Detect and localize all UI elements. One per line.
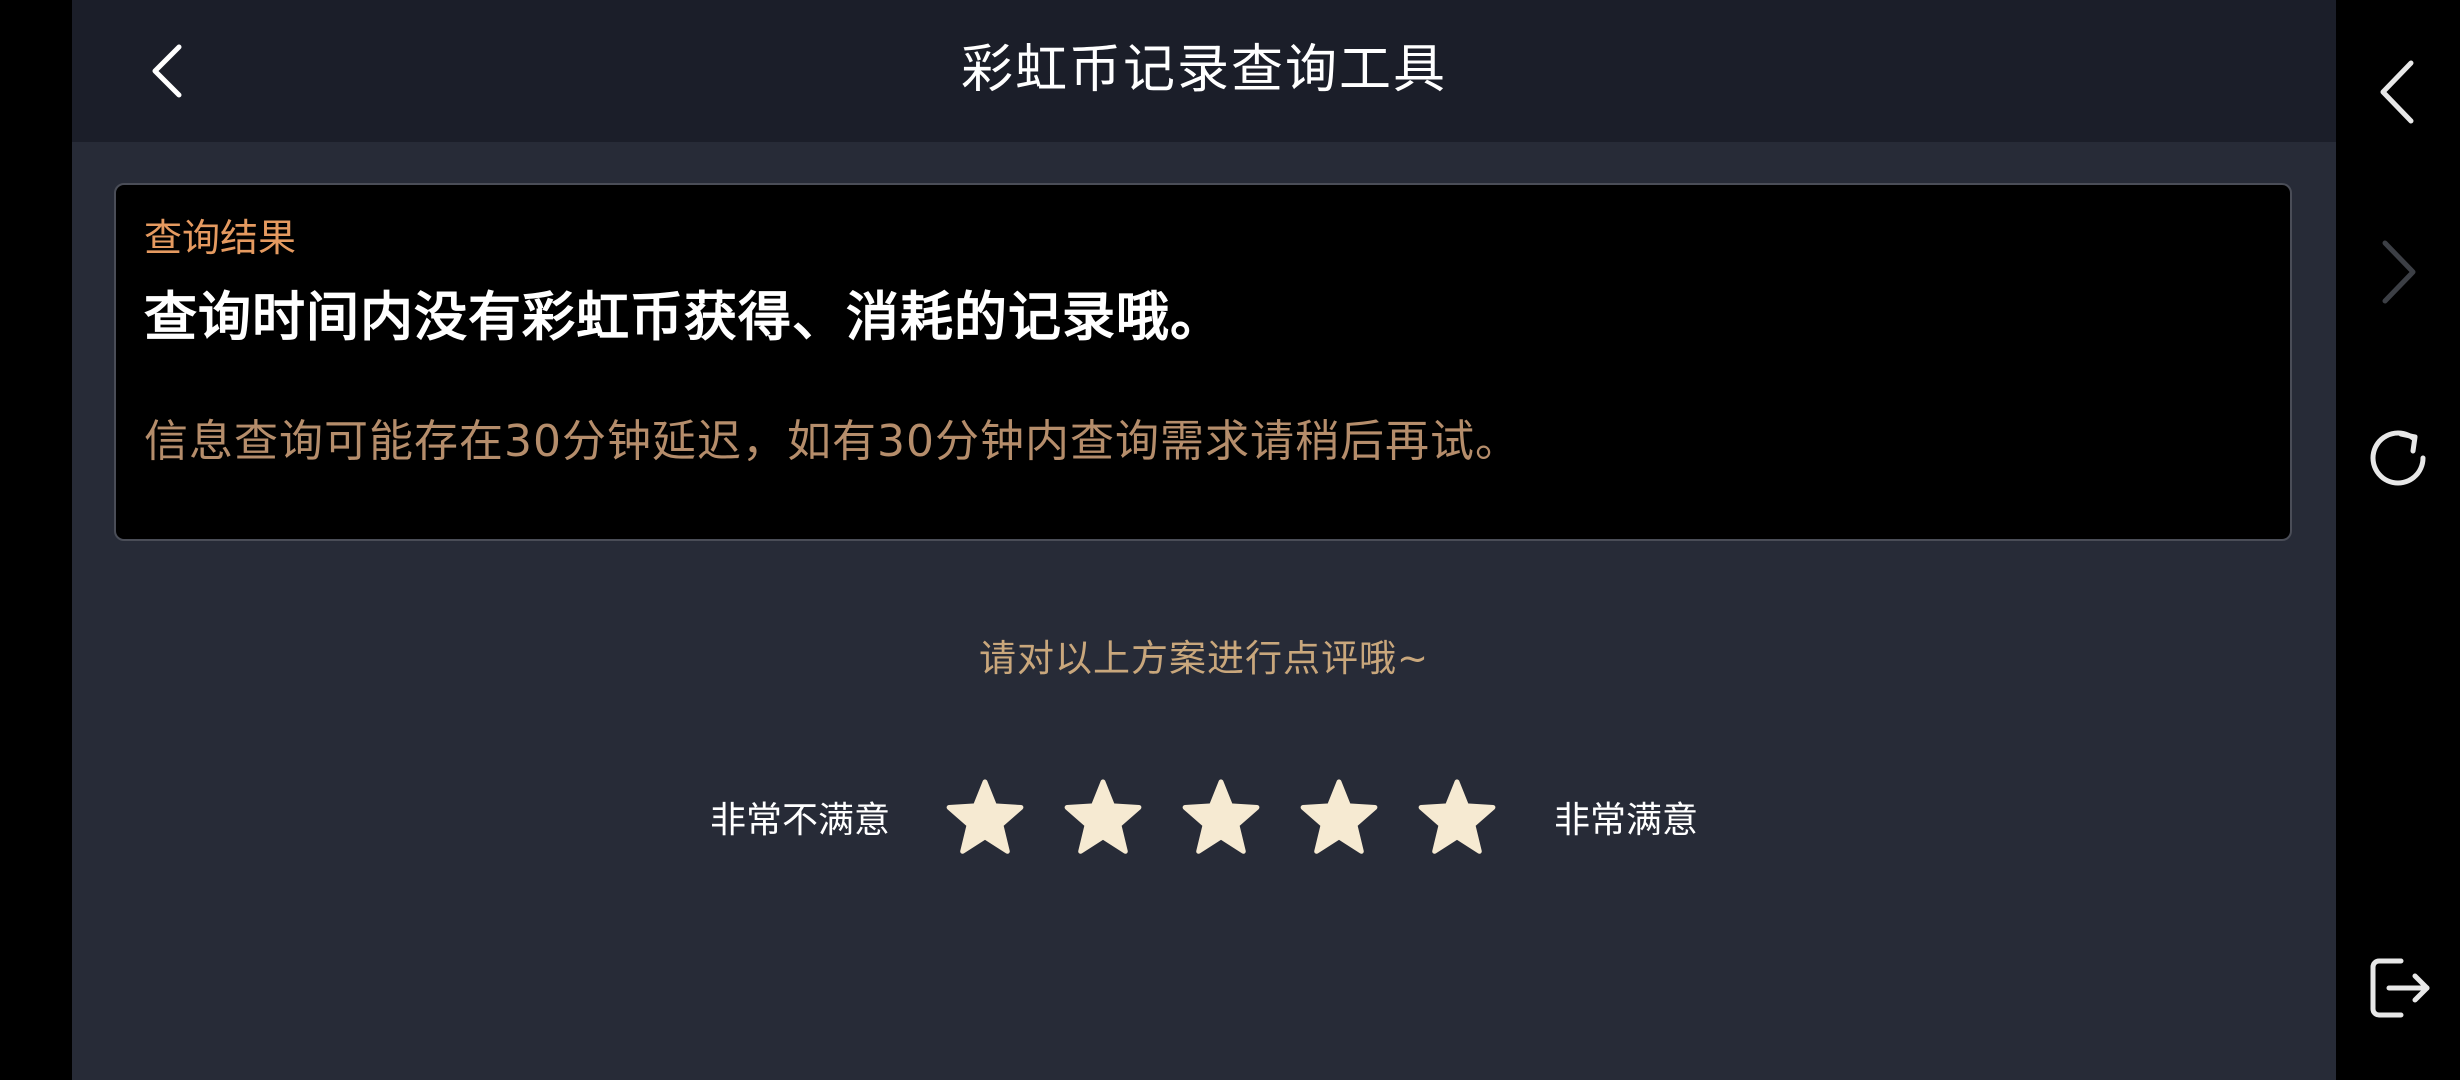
- star-5-button[interactable]: [1417, 777, 1497, 857]
- app-window: 彩虹币记录查询工具 查询结果 查询时间内没有彩虹币获得、消耗的记录哦。 信息查询…: [72, 0, 2336, 1080]
- refresh-button[interactable]: [2358, 418, 2438, 498]
- result-message: 查询时间内没有彩虹币获得、消耗的记录哦。: [144, 287, 1224, 348]
- result-note: 信息查询可能存在30分钟延迟，如有30分钟内查询需求请稍后再试。: [144, 416, 1520, 467]
- chevron-right-icon: [2382, 240, 2416, 304]
- star-icon: [946, 779, 1024, 854]
- nav-forward-button[interactable]: [2358, 232, 2438, 312]
- left-edge: [0, 0, 72, 1080]
- exit-icon: [2370, 958, 2430, 1018]
- rating-max-label: 非常满意: [1554, 800, 1699, 841]
- chevron-left-icon: [2380, 60, 2414, 124]
- result-card: 查询结果 查询时间内没有彩虹币获得、消耗的记录哦。 信息查询可能存在30分钟延迟…: [114, 183, 2292, 541]
- star-1-button[interactable]: [945, 777, 1025, 857]
- star-2-button[interactable]: [1063, 777, 1143, 857]
- rating-row: 非常不满意 非常满意: [72, 772, 2336, 862]
- star-icon: [1064, 779, 1142, 854]
- result-label: 查询结果: [144, 216, 297, 260]
- rating-min-label: 非常不满意: [709, 800, 890, 841]
- star-icon: [1418, 779, 1496, 854]
- star-3-button[interactable]: [1181, 777, 1261, 857]
- star-icon: [1300, 779, 1378, 854]
- exit-button[interactable]: [2358, 948, 2438, 1028]
- rating-prompt: 请对以上方案进行点评哦~: [978, 637, 1429, 680]
- star-icon: [1182, 779, 1260, 854]
- page-title: 彩虹币记录查询工具: [960, 40, 1447, 100]
- side-nav-bar: [2336, 0, 2460, 1080]
- star-4-button[interactable]: [1299, 777, 1379, 857]
- header-bar: 彩虹币记录查询工具: [72, 0, 2336, 142]
- nav-back-button[interactable]: [2358, 52, 2438, 132]
- refresh-icon: [2370, 430, 2426, 486]
- star-rating: [926, 777, 1516, 857]
